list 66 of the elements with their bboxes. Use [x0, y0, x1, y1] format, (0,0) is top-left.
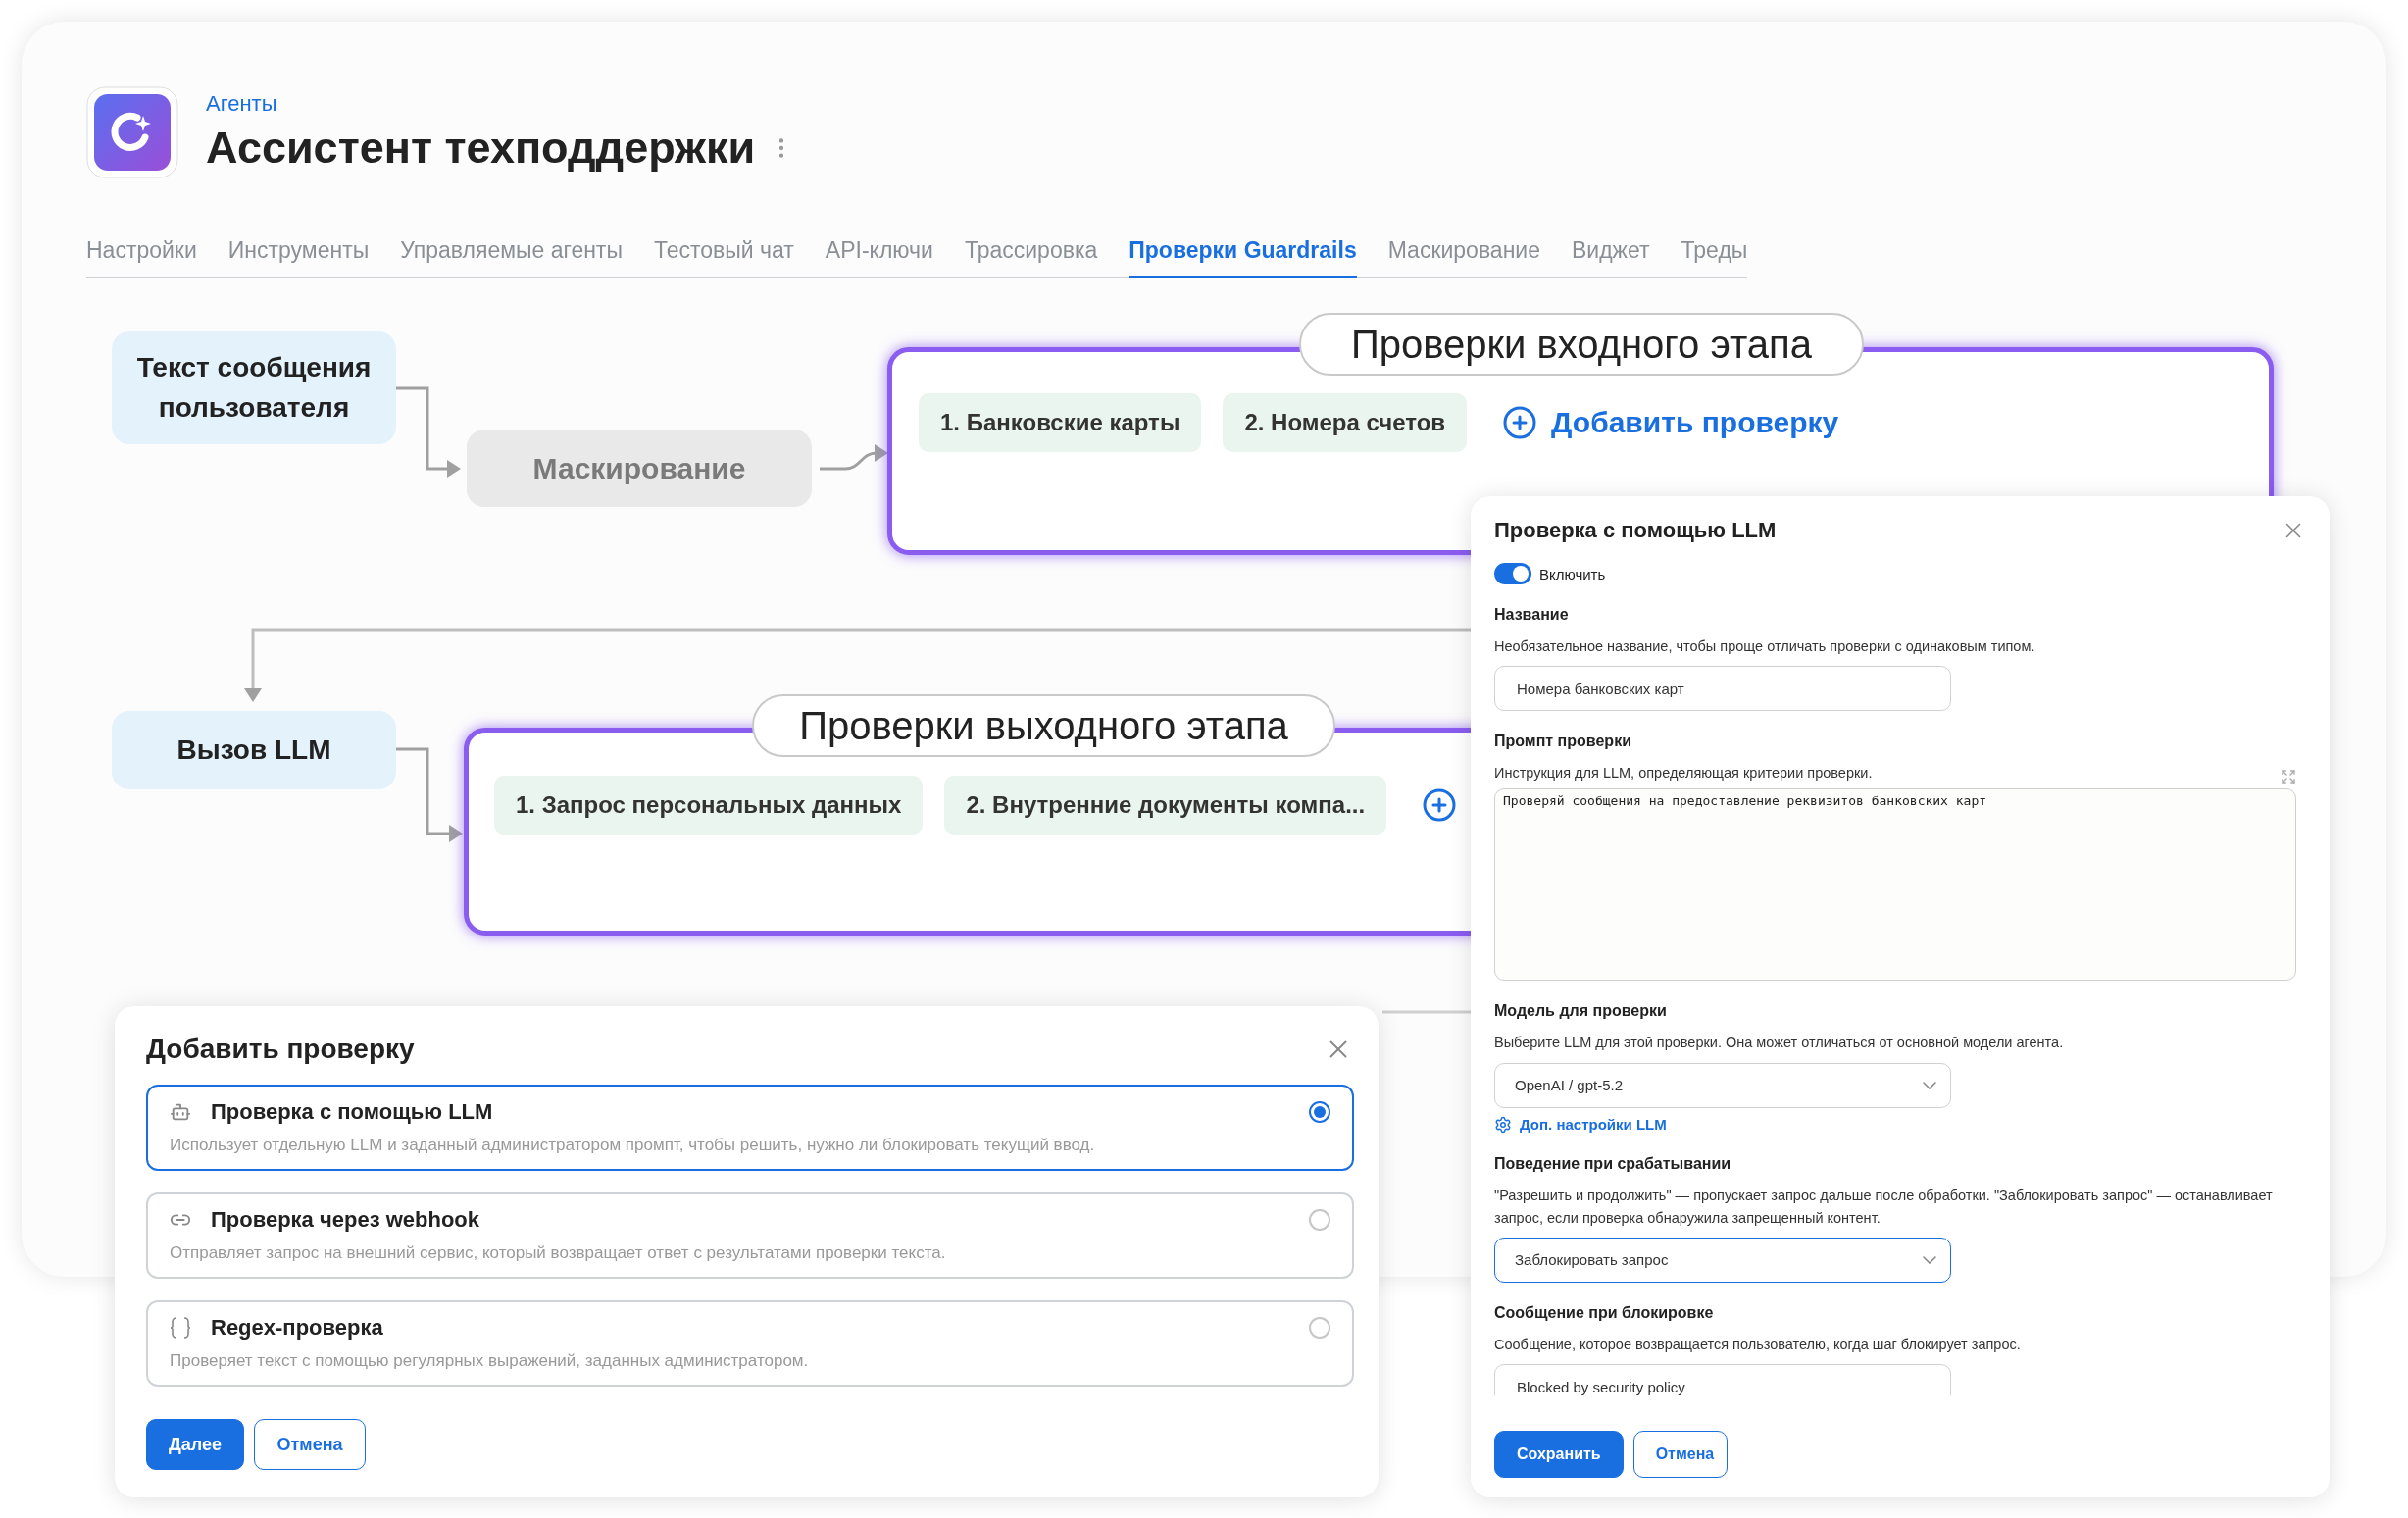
advanced-settings-link[interactable]: Доп. настройки LLM	[1494, 1115, 2306, 1134]
stage-title: Проверки выходного этапа	[752, 694, 1335, 757]
model-select[interactable]: OpenAI / gpt-5.2	[1494, 1062, 1951, 1108]
radio-button[interactable]	[1309, 1100, 1330, 1123]
stage-title: Проверки входного этапа	[1299, 313, 1864, 376]
toggle-label: Включить	[1539, 565, 1606, 582]
field-hint: Необязательное название, чтобы проще отличать проверки с одинаковым типом.	[1494, 637, 2036, 656]
check-type-option[interactable]: Проверка с помощью LLM Использует отдельную LLM и заданный администратором промпт, чтобы решить, нужно ли блокировать текущий ввод.	[146, 1085, 1354, 1171]
page-title: Ассистент техподдержки	[206, 123, 756, 174]
tab[interactable]: Настройки	[86, 237, 197, 278]
name-field[interactable]: Номера банковских карт	[1494, 666, 1951, 712]
tab[interactable]: API-ключи	[825, 237, 933, 278]
save-button[interactable]: Сохранить	[1494, 1431, 1624, 1478]
cancel-button[interactable]: Отмена	[1632, 1431, 1728, 1478]
expand-icon[interactable]	[2281, 769, 2296, 785]
settings-icon	[1494, 1115, 1512, 1134]
dialog-title: Добавить проверку	[146, 1034, 415, 1065]
tab[interactable]: Тестовый чат	[653, 237, 794, 278]
panel-title: Проверка с помощью LLM	[1494, 518, 1777, 543]
chevron-icon	[1923, 1081, 1936, 1089]
option-title: Проверка с помощью LLM	[211, 1098, 494, 1125]
field-hint: Сообщение, которое возвращается пользователю, когда шаг блокирует запрос.	[1494, 1335, 2022, 1354]
radio-button[interactable]	[1309, 1316, 1330, 1339]
tab[interactable]: Виджет	[1572, 237, 1650, 278]
tab[interactable]: Инструменты	[227, 237, 370, 278]
field-hint: Инструкция для LLM, определяющая критерии проверки.	[1494, 764, 1873, 784]
block-message-field[interactable]: Blocked by security policy	[1494, 1364, 1951, 1396]
plus-icon	[1502, 405, 1538, 440]
field-hint: Выберите LLM для этой проверки. Она может отличаться от основной модели агента.	[1494, 1034, 2065, 1053]
tab[interactable]: Маскирование	[1387, 237, 1540, 278]
flow-node: Текст сообщения пользователя	[112, 331, 396, 444]
cancel-button[interactable]: Отмена	[254, 1419, 367, 1470]
field-label: Модель для проверки	[1494, 1002, 1668, 1021]
check-type-option[interactable]: Проверка через webhook Отправляет запрос на внешний сервис, который возвращает ответ с результатами проверки текста.	[146, 1192, 1354, 1279]
field-hint: "Разрешить и продолжить" — пропускает запрос дальше после обработки. "Заблокировать запрос" — останавливает запрос, если проверка обнаружила запрещенный контент.	[1494, 1186, 2274, 1228]
check-chip[interactable]: 1. Банковские карты	[919, 393, 1202, 452]
field-label: Название	[1494, 606, 1570, 624]
radio-button[interactable]	[1309, 1208, 1330, 1231]
flow-node: Маскирование	[467, 430, 812, 507]
tab[interactable]: Проверки Guardrails	[1129, 237, 1357, 278]
enable-toggle[interactable]	[1494, 563, 1531, 584]
behavior-select[interactable]: Заблокировать запрос	[1494, 1237, 1951, 1283]
add-check-link[interactable]: Добавить проверку	[1502, 405, 1839, 440]
check-chip[interactable]: 2. Внутренние документы компа...	[944, 776, 1387, 835]
option-description: Проверяет текст с помощью регулярных выражений, заданных администратором.	[170, 1350, 810, 1371]
option-title: Regex-проверка	[211, 1314, 384, 1341]
option-title: Проверка через webhook	[211, 1206, 481, 1233]
tab[interactable]: Треды	[1681, 237, 1748, 278]
field-label: Поведение при срабатывании	[1494, 1154, 1732, 1173]
chevron-icon	[1923, 1255, 1936, 1264]
add-icon[interactable]	[1422, 787, 1458, 823]
prompt-field[interactable]: Проверяй сообщения на предоставление реквизитов банковских карт	[1494, 788, 2296, 982]
breadcrumb-link[interactable]: Агенты	[206, 91, 795, 117]
next-button[interactable]: Далее	[146, 1419, 245, 1470]
braces-icon	[170, 1315, 191, 1340]
check-chip[interactable]: 2. Номера счетов	[1223, 393, 1468, 452]
tab[interactable]: Управляемые агенты	[400, 237, 623, 278]
option-description: Использует отдельную LLM и заданный администратором промпт, чтобы решить, нужно ли блокировать текущий ввод.	[170, 1135, 1096, 1155]
field-label: Сообщение при блокировке	[1494, 1303, 1715, 1322]
connector-arrow	[820, 444, 888, 471]
check-chip[interactable]: 1. Запрос персональных данных	[494, 776, 924, 835]
tab[interactable]: Трассировка	[964, 237, 1098, 278]
option-description: Отправляет запрос на внешний сервис, который возвращает ответ с результатами проверки текста.	[170, 1242, 947, 1263]
flow-node: Вызов LLM	[112, 711, 396, 789]
field-label: Промпт проверки	[1494, 733, 1632, 751]
check-type-option[interactable]: Regex-проверка Проверяет текст с помощью регулярных выражений, заданных администратором.	[146, 1300, 1354, 1387]
